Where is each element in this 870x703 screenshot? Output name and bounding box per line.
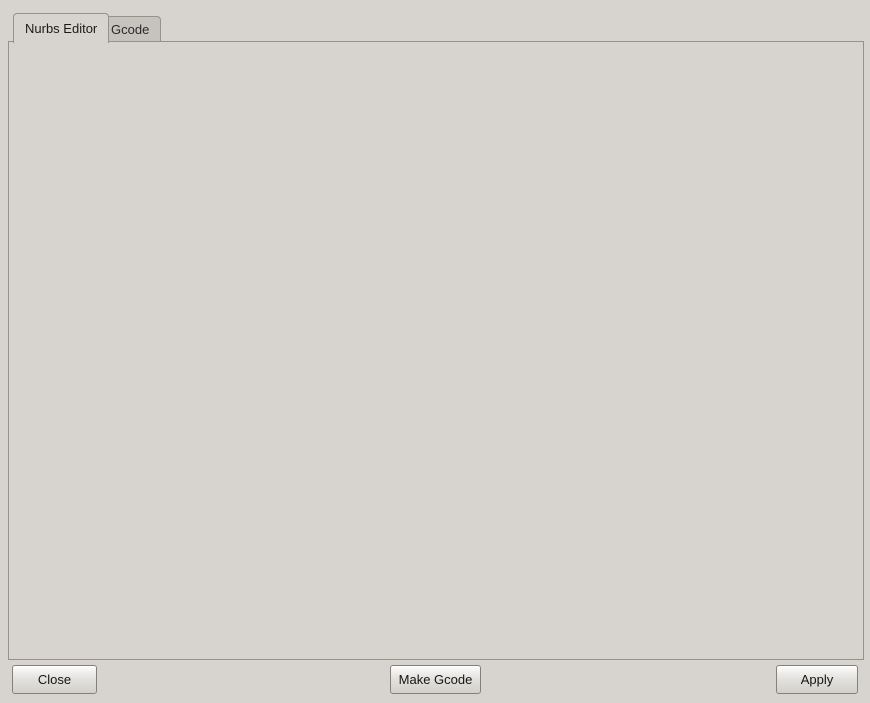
tab-gcode-label: Gcode xyxy=(111,22,150,37)
tab-nurbs-editor-label: Nurbs Editor xyxy=(25,21,98,36)
tab-nurbs-editor[interactable]: Nurbs Editor xyxy=(13,13,110,43)
apply-label: Apply xyxy=(800,672,834,687)
apply-button[interactable]: Apply xyxy=(776,665,858,694)
notebook-panel xyxy=(8,41,864,660)
make-gcode-label: Make Gcode xyxy=(398,672,473,687)
close-button[interactable]: Close xyxy=(12,665,97,694)
nurbs-editor-window: Nurbs Editor Gcode Tool 0 Feed 0.00 Rapi… xyxy=(0,0,870,703)
make-gcode-button[interactable]: Make Gcode xyxy=(390,665,481,694)
close-label: Close xyxy=(37,672,72,687)
